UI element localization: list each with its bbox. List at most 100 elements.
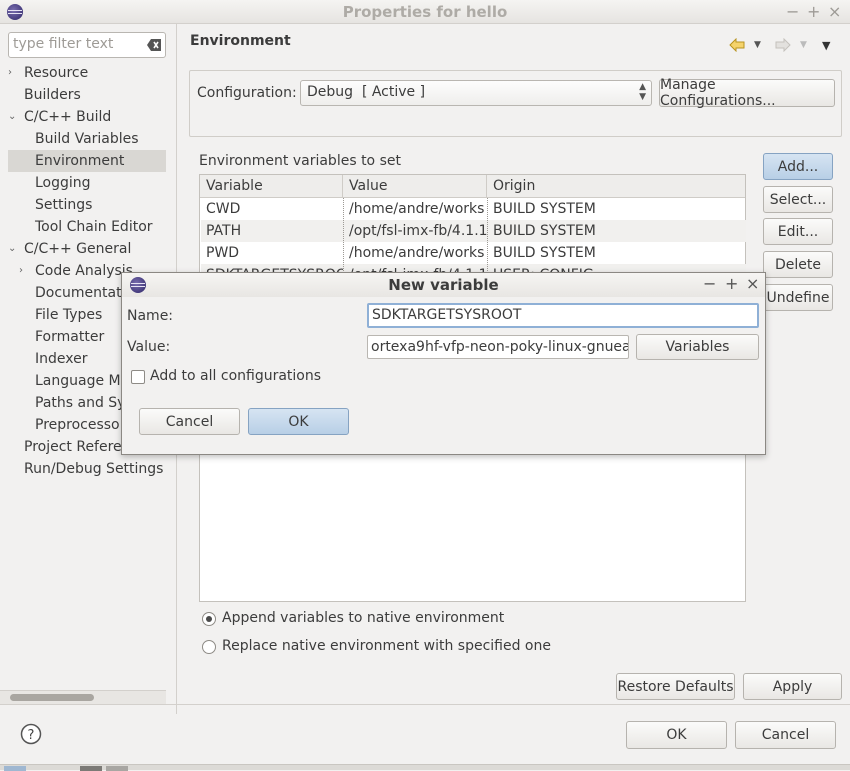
cell-origin: BUILD SYSTEM (493, 201, 596, 217)
tree-item-label: C/C++ Build (24, 109, 112, 125)
expand-arrow-icon[interactable]: › (8, 62, 12, 84)
append-radio[interactable] (202, 612, 216, 626)
replace-radio[interactable] (202, 640, 216, 654)
taskbar-item[interactable] (106, 766, 128, 771)
replace-label: Replace native environment with specifie… (222, 638, 551, 654)
manage-configurations-button[interactable]: Manage Configurations... (659, 77, 835, 109)
add-to-all-label: Add to all configurations (150, 368, 322, 384)
name-field[interactable]: SDKTARGETSYSROOT (367, 303, 759, 328)
apply-button[interactable]: Apply (743, 673, 842, 700)
back-arrow-icon[interactable] (729, 38, 745, 52)
cell-origin: BUILD SYSTEM (493, 245, 596, 261)
dialog-ok-button[interactable]: OK (248, 408, 349, 435)
cell-variable: PWD (206, 245, 240, 261)
view-menu-icon[interactable]: ▼ (822, 39, 830, 52)
tree-item-label: Resource (24, 65, 89, 81)
taskbar-strip (0, 764, 850, 771)
tree-item-label: Settings (35, 197, 93, 213)
tree-item[interactable]: Builders (0, 84, 175, 106)
tree-item-label: Project Referen (24, 439, 131, 455)
variables-button[interactable]: Variables (636, 334, 759, 360)
minimize-icon[interactable]: − (786, 2, 799, 21)
page-title: Environment (190, 33, 291, 49)
column-header-origin[interactable]: Origin (487, 175, 745, 198)
collapse-arrow-icon[interactable]: ⌄ (8, 106, 16, 128)
column-header-variable[interactable]: Variable (200, 175, 343, 198)
forward-arrow-icon[interactable] (775, 38, 791, 52)
tree-item-label: Preprocesso (35, 417, 120, 433)
tree-item[interactable]: ⌄ C/C++ Build (0, 106, 175, 128)
dialog-cancel-button[interactable]: Cancel (139, 408, 240, 435)
tree-item[interactable]: Environment (8, 150, 166, 172)
tree-item[interactable]: ⌄ C/C++ General (0, 238, 175, 260)
close-icon[interactable]: × (828, 2, 841, 21)
dialog-title-bar: New variable − + × (122, 273, 765, 297)
tree-scrollbar[interactable] (0, 690, 166, 704)
close-icon[interactable]: × (746, 274, 759, 293)
name-label: Name: (127, 308, 174, 324)
ok-button[interactable]: OK (626, 721, 727, 749)
add-button[interactable]: Add... (763, 153, 833, 180)
clear-icon[interactable] (147, 39, 161, 51)
window-title: Properties for hello (342, 3, 508, 21)
minimize-icon[interactable]: − (703, 274, 716, 293)
configuration-select[interactable]: Debug [ Active ] ▲ ▼ (300, 80, 652, 106)
tree-item-label: Build Variables (35, 131, 139, 147)
cancel-button[interactable]: Cancel (735, 721, 836, 749)
tree-item[interactable]: Build Variables (0, 128, 175, 150)
tree-item-label: Paths and Sy (35, 395, 126, 411)
tree-item-label: Indexer (35, 351, 88, 367)
tree-item[interactable]: Logging (0, 172, 175, 194)
maximize-icon[interactable]: + (807, 2, 820, 21)
add-to-all-checkbox[interactable] (131, 370, 145, 384)
restore-defaults-button[interactable]: Restore Defaults (616, 673, 735, 700)
column-header-value[interactable]: Value (343, 175, 487, 198)
new-variable-dialog: New variable − + × Name: SDKTARGETSYSROO… (121, 272, 766, 455)
tree-item[interactable]: Tool Chain Editor (0, 216, 175, 238)
svg-text:?: ? (28, 728, 35, 743)
restore-defaults-label: Restore Defaults (617, 678, 734, 695)
configuration-value: Debug [ Active ] (307, 84, 426, 100)
tree-item-label: C/C++ General (24, 241, 132, 257)
cell-origin: BUILD SYSTEM (493, 223, 596, 239)
cell-variable: CWD (206, 201, 241, 217)
maximize-icon[interactable]: + (725, 274, 738, 293)
cell-value: /opt/fsl-imx-fb/4.1.1 (349, 223, 487, 239)
collapse-arrow-icon[interactable]: ⌄ (8, 238, 16, 260)
filter-input[interactable]: type filter text (8, 32, 166, 58)
cell-value: /home/andre/works (349, 201, 485, 217)
updown-icon: ▲ ▼ (639, 82, 646, 102)
back-history-dropdown-icon[interactable]: ▼ (754, 40, 761, 50)
value-label: Value: (127, 339, 171, 355)
taskbar-item[interactable] (80, 766, 102, 771)
cell-value: /home/andre/works (349, 245, 485, 261)
forward-history-dropdown-icon[interactable]: ▼ (800, 40, 807, 50)
tree-item[interactable]: › Resource (0, 62, 175, 84)
tree-item-label: Code Analysis (35, 263, 133, 279)
tree-item-label: Environment (35, 153, 125, 169)
filter-placeholder: type filter text (13, 36, 114, 52)
env-heading: Environment variables to set (199, 153, 401, 169)
delete-button[interactable]: Delete (763, 251, 833, 278)
tree-item-label: Tool Chain Editor (35, 219, 153, 235)
tree-item[interactable]: Run/Debug Settings (0, 458, 175, 480)
help-icon[interactable]: ? (20, 723, 42, 745)
tree-item-label: Language Ma (35, 373, 130, 389)
taskbar-item[interactable] (4, 766, 26, 771)
select-button[interactable]: Select... (763, 186, 833, 213)
dialog-title: New variable (388, 276, 499, 294)
tree-item-label: Formatter (35, 329, 105, 345)
expand-arrow-icon[interactable]: › (19, 260, 23, 282)
window-title-bar: Properties for hello − + × (0, 0, 850, 24)
tree-item-label: Builders (24, 87, 81, 103)
undefine-button[interactable]: Undefine (763, 284, 833, 311)
tree-item-label: File Types (35, 307, 103, 323)
tree-item-label: Logging (35, 175, 91, 191)
tree-item-label: Run/Debug Settings (24, 461, 164, 477)
append-label: Append variables to native environment (222, 610, 505, 626)
tree-item[interactable]: Settings (0, 194, 175, 216)
configuration-label: Configuration: (197, 85, 297, 101)
scrollbar-thumb[interactable] (10, 694, 94, 701)
value-field[interactable]: ortexa9hf-vfp-neon-poky-linux-gnueabi (367, 335, 629, 359)
edit-button[interactable]: Edit... (763, 218, 833, 245)
